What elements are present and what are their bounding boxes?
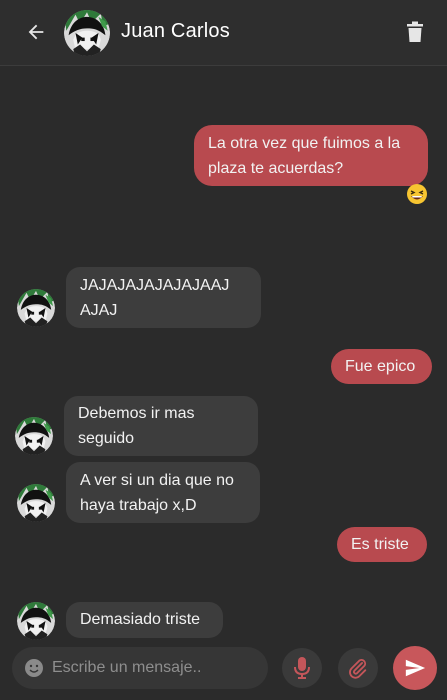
send-button[interactable] — [393, 646, 437, 690]
incoming-message[interactable]: JAJAJAJAJAJAJAAJ AJAJ — [66, 267, 261, 328]
incoming-message[interactable]: Debemos ir mas seguido — [64, 396, 258, 456]
incoming-message[interactable]: A ver si un dia que no haya trabajo x,D — [66, 462, 260, 523]
microphone-icon — [294, 657, 310, 679]
contact-avatar — [17, 602, 55, 640]
paperclip-icon — [349, 659, 367, 679]
contact-name: Juan Carlos — [121, 20, 230, 42]
contact-avatar[interactable] — [64, 10, 110, 56]
back-button[interactable] — [22, 18, 50, 46]
arrow-left-icon — [28, 24, 44, 40]
outgoing-message[interactable]: La otra vez que fuimos a la plaza te acu… — [194, 125, 428, 186]
emoji-picker-icon[interactable] — [24, 658, 44, 678]
contact-avatar — [17, 289, 55, 327]
send-icon — [405, 659, 426, 677]
voice-record-button[interactable] — [282, 648, 322, 688]
contact-avatar — [15, 417, 53, 455]
outgoing-message[interactable]: Fue epico — [331, 349, 432, 384]
message-input[interactable] — [52, 647, 258, 689]
grinning-squinting-face-icon[interactable] — [406, 183, 428, 205]
chat-header: Juan Carlos — [0, 0, 447, 66]
outgoing-message[interactable]: Es triste — [337, 527, 427, 562]
contact-avatar — [17, 484, 55, 522]
delete-chat-button[interactable] — [400, 17, 430, 47]
message-composer — [12, 647, 268, 689]
incoming-message[interactable]: Demasiado triste — [66, 602, 223, 638]
attach-file-button[interactable] — [338, 648, 378, 688]
trash-icon — [407, 21, 423, 42]
